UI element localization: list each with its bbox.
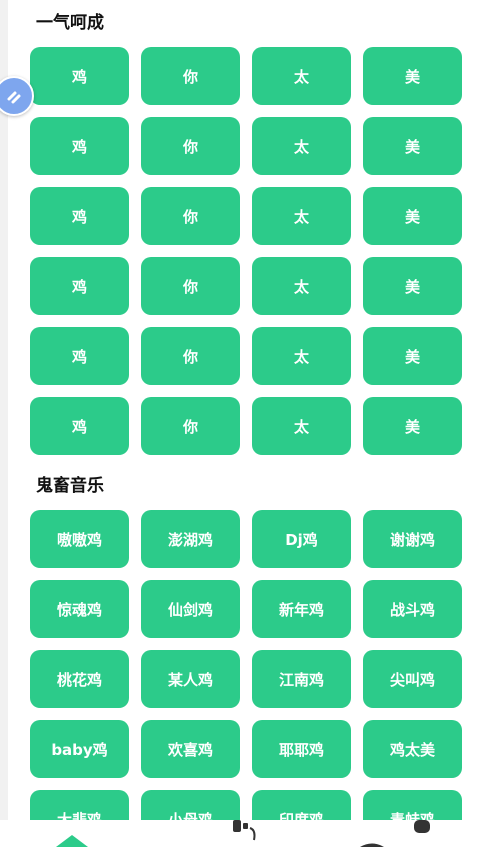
sound-button[interactable]: 鸡 <box>30 47 129 105</box>
sound-button[interactable]: 你 <box>141 327 240 385</box>
sound-button[interactable]: 美 <box>363 117 462 175</box>
sound-button[interactable]: 太 <box>252 187 351 245</box>
sound-button[interactable]: 鸡 <box>30 397 129 455</box>
sound-button[interactable]: 仙剑鸡 <box>141 580 240 638</box>
sound-button[interactable]: 太 <box>252 47 351 105</box>
sound-button[interactable]: 鸡 <box>30 187 129 245</box>
sound-button[interactable]: Dj鸡 <box>252 510 351 568</box>
sound-button[interactable]: 印度鸡 <box>252 790 351 820</box>
main-content: 一气呵成 鸡 你 太 美 鸡 你 太 美 鸡 你 太 美 鸡 你 太 美 鸡 你… <box>0 0 484 820</box>
sound-button[interactable]: 你 <box>141 397 240 455</box>
section-title-yiqi: 一气呵成 <box>36 13 104 33</box>
sound-button[interactable]: 鸡太美 <box>363 720 462 778</box>
nav-home[interactable] <box>52 820 92 847</box>
grid-yiqi: 鸡 你 太 美 鸡 你 太 美 鸡 你 太 美 鸡 你 太 美 鸡 你 太 美 … <box>30 47 462 455</box>
sound-button[interactable]: 美 <box>363 397 462 455</box>
sound-button[interactable]: 大悲鸡 <box>30 790 129 820</box>
sound-button[interactable]: 太 <box>252 397 351 455</box>
sound-button[interactable]: 嗷嗷鸡 <box>30 510 129 568</box>
double-chevron-icon <box>7 91 21 104</box>
sound-button[interactable]: 美 <box>363 187 462 245</box>
sound-button[interactable]: 美 <box>363 327 462 385</box>
sound-button[interactable]: 太 <box>252 117 351 175</box>
sound-button[interactable]: 江南鸡 <box>252 650 351 708</box>
sound-button[interactable]: 战斗鸡 <box>363 580 462 638</box>
home-icon <box>56 835 88 847</box>
sound-button[interactable]: 太 <box>252 257 351 315</box>
sound-button[interactable]: baby鸡 <box>30 720 129 778</box>
sound-button[interactable]: 你 <box>141 187 240 245</box>
sound-button[interactable]: 美 <box>363 47 462 105</box>
sound-button[interactable]: 鸡 <box>30 117 129 175</box>
sound-button[interactable]: 你 <box>141 47 240 105</box>
sound-button[interactable]: 你 <box>141 117 240 175</box>
sound-button[interactable]: 美 <box>363 257 462 315</box>
sound-button[interactable]: 惊魂鸡 <box>30 580 129 638</box>
sound-button[interactable]: 鸡 <box>30 257 129 315</box>
nav-music[interactable] <box>228 820 264 847</box>
sound-button[interactable]: 欢喜鸡 <box>141 720 240 778</box>
sound-button[interactable]: 谢谢鸡 <box>363 510 462 568</box>
sound-button[interactable]: 耶耶鸡 <box>252 720 351 778</box>
sound-button[interactable]: 青蛙鸡 <box>363 790 462 820</box>
section-title-guichu: 鬼畜音乐 <box>36 476 104 496</box>
profile-icon <box>360 820 430 847</box>
sound-button[interactable]: 太 <box>252 327 351 385</box>
sound-button[interactable]: 小母鸡 <box>141 790 240 820</box>
nav-profile[interactable] <box>358 820 438 847</box>
sound-button[interactable]: 尖叫鸡 <box>363 650 462 708</box>
sound-button[interactable]: 桃花鸡 <box>30 650 129 708</box>
music-icon <box>233 820 256 841</box>
grid-guichu: 嗷嗷鸡 澎湖鸡 Dj鸡 谢谢鸡 惊魂鸡 仙剑鸡 新年鸡 战斗鸡 桃花鸡 某人鸡 … <box>30 510 462 820</box>
bottom-navigation <box>0 820 484 847</box>
sound-button[interactable]: 某人鸡 <box>141 650 240 708</box>
sound-button[interactable]: 澎湖鸡 <box>141 510 240 568</box>
sound-button[interactable]: 鸡 <box>30 327 129 385</box>
sound-button[interactable]: 你 <box>141 257 240 315</box>
sound-button[interactable]: 新年鸡 <box>252 580 351 638</box>
